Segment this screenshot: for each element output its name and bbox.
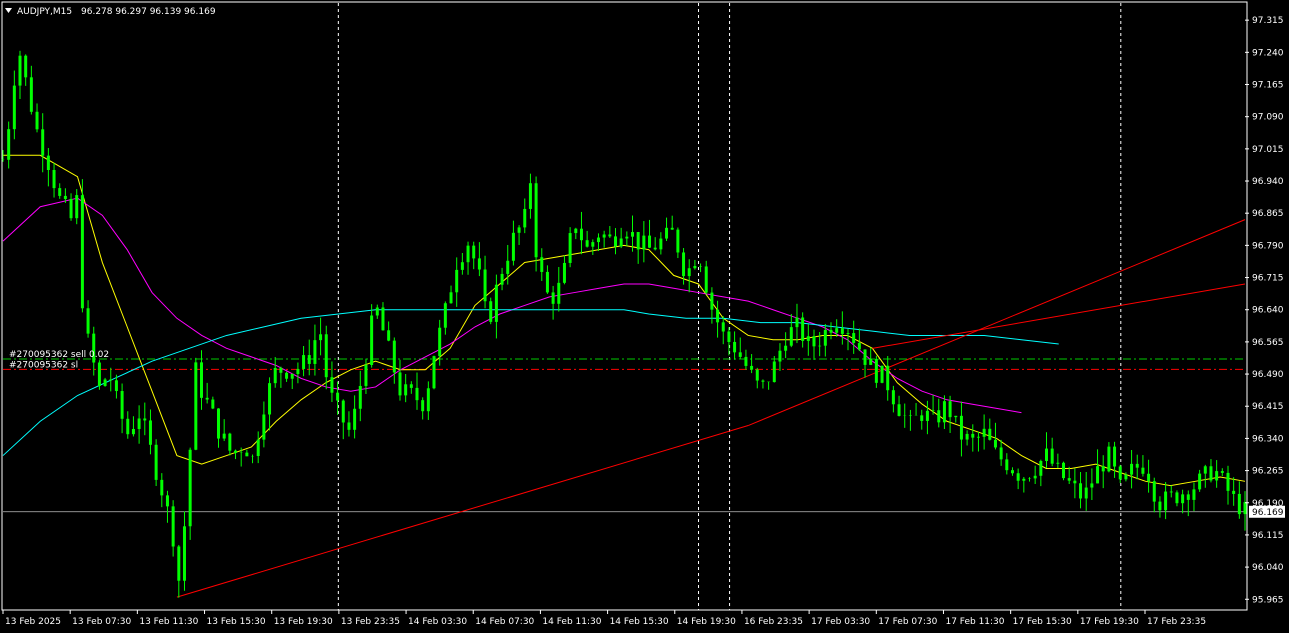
sl-order-label[interactable]: #270095362 sl <box>9 360 78 370</box>
time-tick-label: 13 Feb 11:30 <box>139 617 198 627</box>
price-tick-label: 96.265 <box>1252 467 1284 477</box>
time-tick-label: 14 Feb 07:30 <box>475 617 534 627</box>
price-tick-label: 96.040 <box>1252 563 1284 573</box>
price-tick-label: 96.490 <box>1252 370 1284 380</box>
time-tick-label: 16 Feb 23:35 <box>744 617 803 627</box>
ohlc-label: 96.278 96.297 96.139 96.169 <box>81 7 216 17</box>
symbol-label: AUDJPY,M15 <box>17 7 72 17</box>
price-tick-label: 96.865 <box>1252 209 1284 219</box>
price-tick-label: 97.090 <box>1252 113 1284 123</box>
time-tick-label: 17 Feb 03:30 <box>811 617 870 627</box>
current-price-value: 96.169 <box>1252 508 1284 518</box>
price-tick-label: 96.640 <box>1252 306 1284 316</box>
time-tick-label: 14 Feb 15:30 <box>610 617 669 627</box>
price-tick-label: 96.565 <box>1252 338 1284 348</box>
time-tick-label: 13 Feb 15:30 <box>207 617 266 627</box>
symbol-header: AUDJPY,M15 96.278 96.297 96.139 96.169 <box>5 7 216 17</box>
price-tick-label: 96.115 <box>1252 531 1284 541</box>
time-tick-label: 17 Feb 19:30 <box>1080 617 1139 627</box>
time-tick-label: 14 Feb 11:30 <box>542 617 601 627</box>
price-tick-label: 97.165 <box>1252 81 1284 91</box>
price-tick-label: 96.715 <box>1252 274 1284 284</box>
time-tick-label: 17 Feb 15:30 <box>1013 617 1072 627</box>
time-tick-label: 13 Feb 19:30 <box>274 617 333 627</box>
time-tick-label: 17 Feb 11:30 <box>945 617 1004 627</box>
current-price-tag: 96.169 <box>1249 505 1285 518</box>
price-tick-label: 96.415 <box>1252 402 1284 412</box>
price-tick-label: 97.240 <box>1252 48 1284 58</box>
time-tick-label: 14 Feb 03:30 <box>408 617 467 627</box>
time-tick-label: 17 Feb 07:30 <box>878 617 937 627</box>
time-axis[interactable]: 13 Feb 2025 13 Feb 07:30 13 Feb 11:30 13 Fe… <box>2 610 1206 627</box>
time-tick-label: 13 Feb 07:30 <box>72 617 131 627</box>
time-tick-label: 17 Feb 23:35 <box>1147 617 1206 627</box>
price-tick-label: 96.940 <box>1252 177 1284 187</box>
price-tick-label: 97.315 <box>1252 16 1284 26</box>
time-tick-label: 13 Feb 23:35 <box>341 617 400 627</box>
price-tick-label: 95.965 <box>1252 595 1284 605</box>
chart-canvas[interactable]: 97.315 97.240 97.165 97.090 97.015 96.940 96.8… <box>0 0 1289 633</box>
price-tick-label: 97.015 <box>1252 145 1284 155</box>
time-tick-label: 14 Feb 19:30 <box>677 617 736 627</box>
entry-order-label[interactable]: #270095362 sell 0.02 <box>9 350 109 360</box>
price-tick-label: 96.790 <box>1252 241 1284 251</box>
price-tick-label: 96.340 <box>1252 434 1284 444</box>
time-tick-label: 13 Feb 2025 <box>5 617 61 627</box>
